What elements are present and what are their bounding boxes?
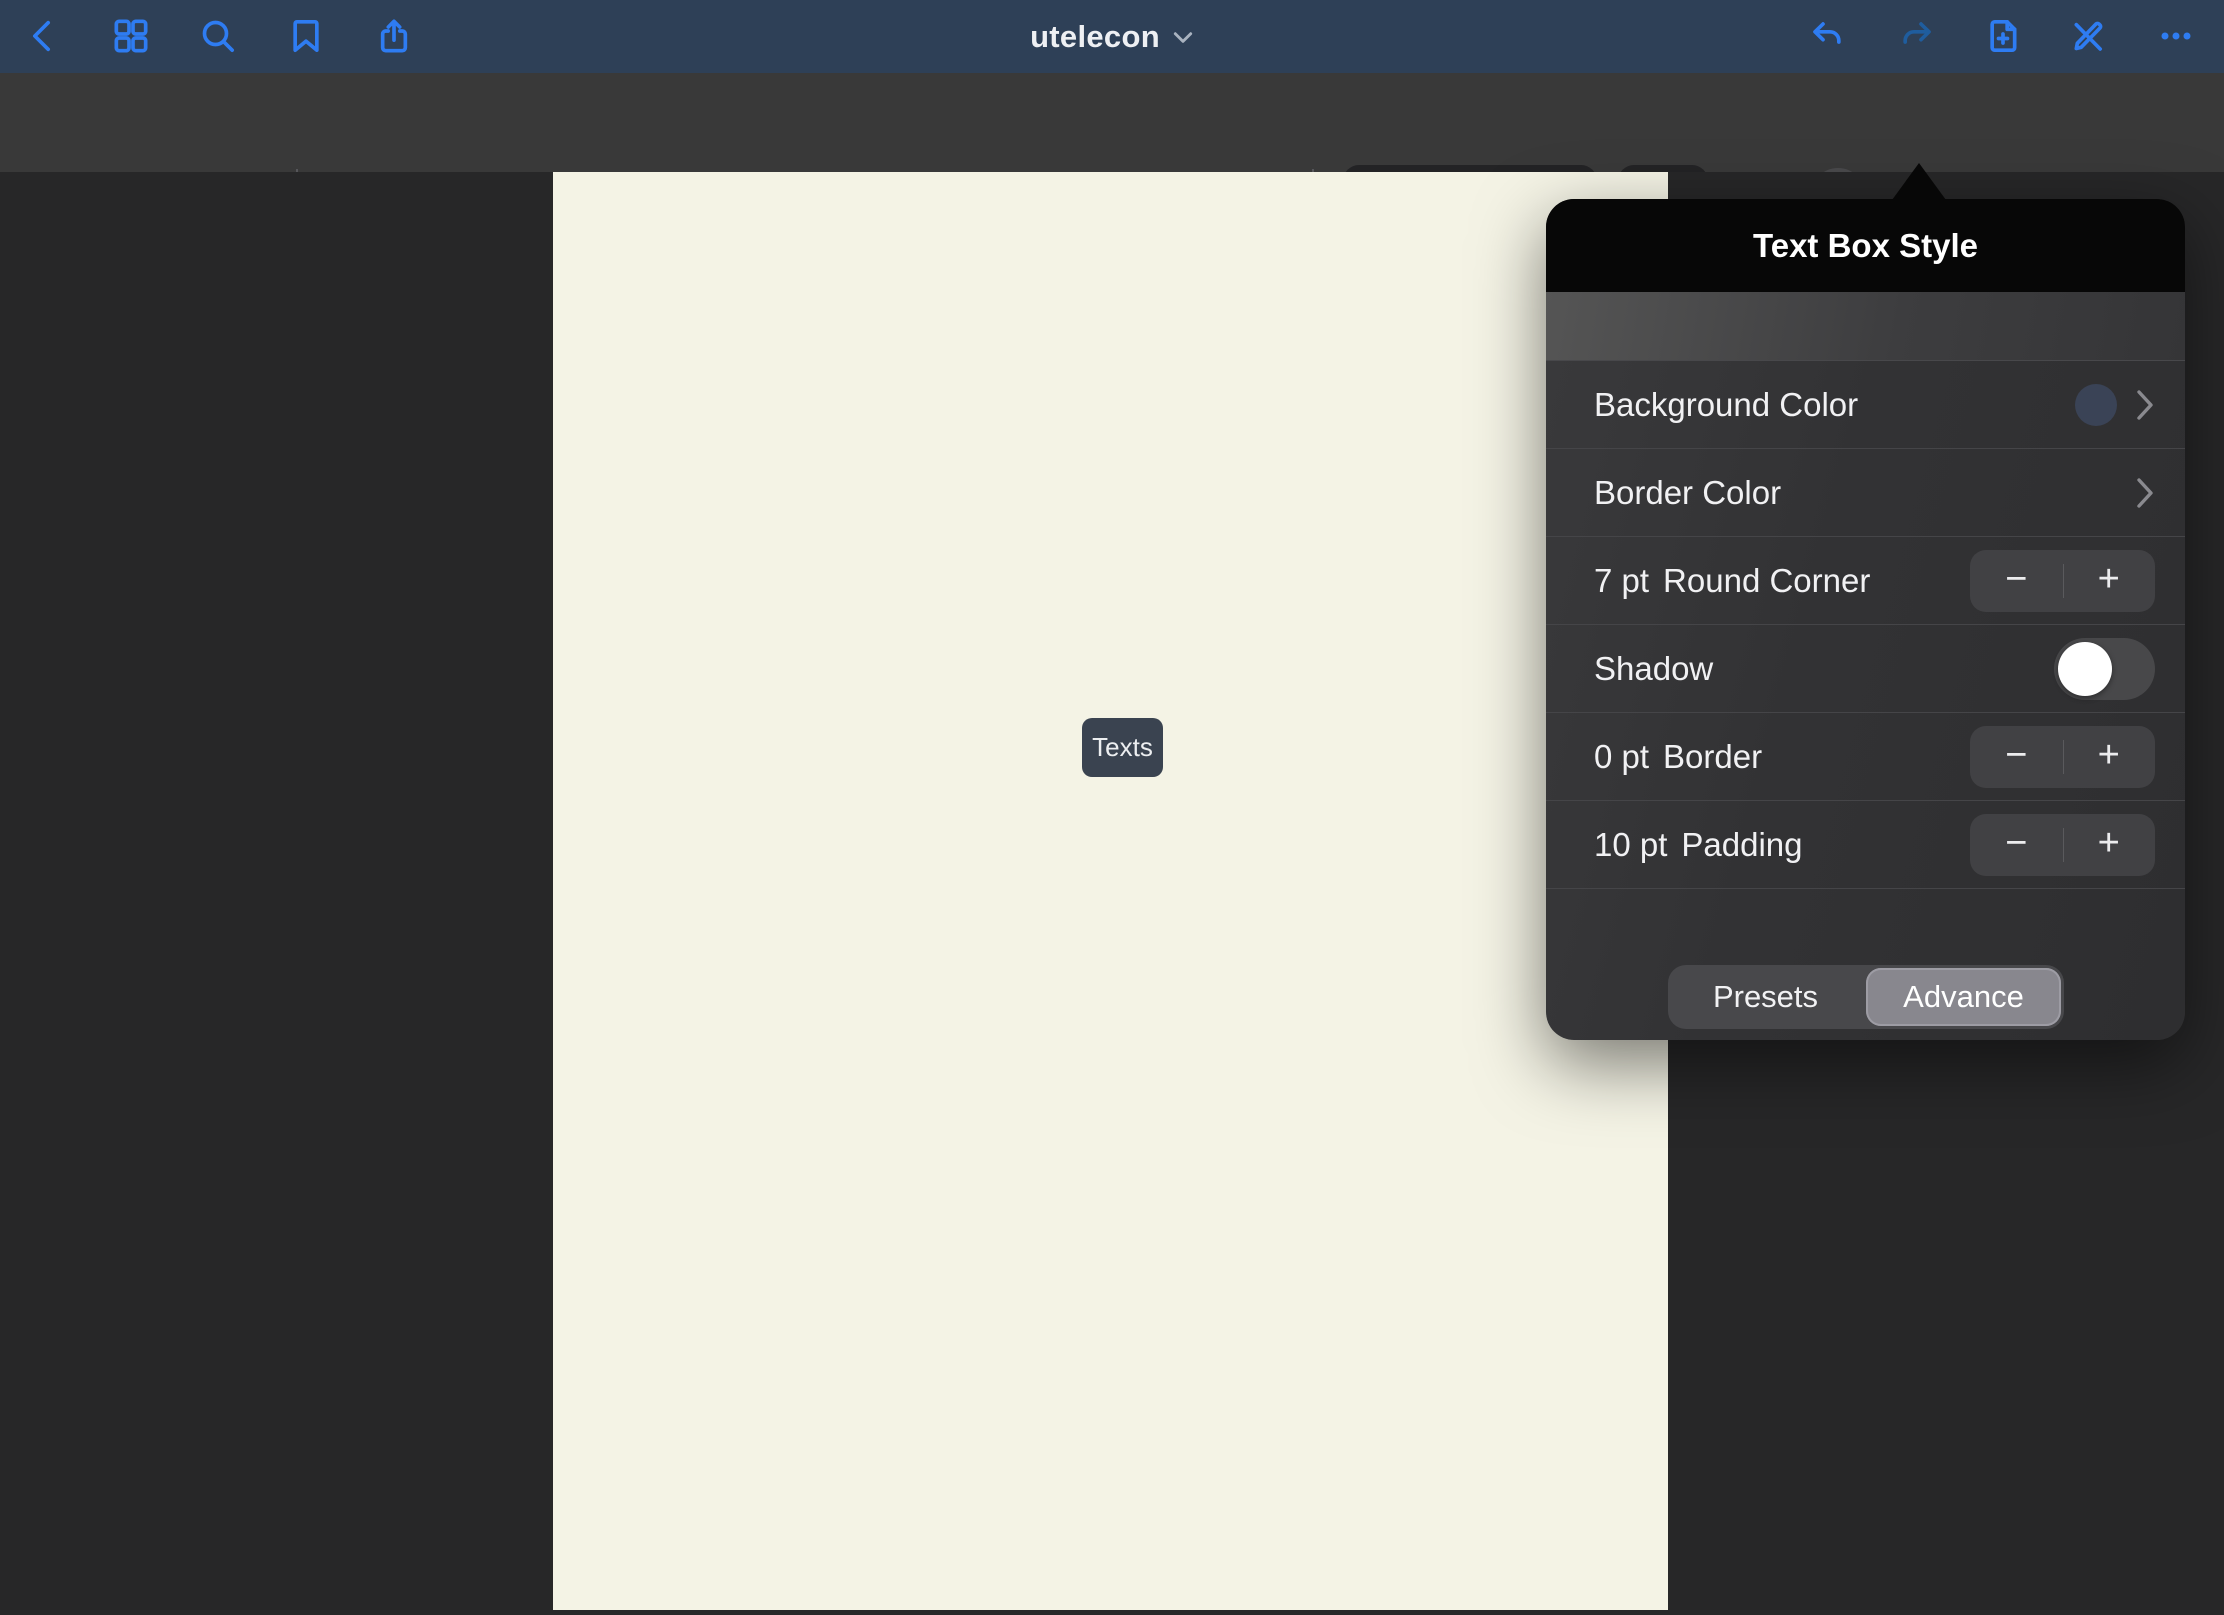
stepper-divider <box>2063 740 2064 774</box>
more-icon[interactable] <box>2154 14 2198 58</box>
popup-footer: Presets Advance <box>1546 889 2185 1039</box>
row-label: Border Color <box>1594 474 1781 512</box>
add-page-icon[interactable] <box>1981 14 2025 58</box>
note-page[interactable]: Texts <box>553 172 1668 1610</box>
pen-off-icon[interactable] <box>2066 14 2110 58</box>
presets-advance-segmented-control: Presets Advance <box>1668 965 2064 1029</box>
border-stepper: − + <box>1970 726 2155 788</box>
background-color-swatch <box>2075 384 2117 426</box>
row-value: 0 pt <box>1594 738 1649 776</box>
popup-title: Text Box Style <box>1753 227 1978 265</box>
popup-preview-band <box>1546 292 2185 361</box>
row-label: Shadow <box>1594 650 1713 688</box>
advance-button[interactable]: Advance <box>1866 968 2061 1026</box>
row-label: Background Color <box>1594 386 1858 424</box>
row-label: Border <box>1663 738 1762 776</box>
canvas-textbox-text: Texts <box>1092 732 1153 763</box>
row-padding: 10 pt Padding − + <box>1546 801 2185 889</box>
redo-icon[interactable] <box>1894 14 1938 58</box>
plus-button[interactable]: + <box>2063 824 2156 866</box>
chevron-right-icon <box>2135 388 2155 422</box>
row-border: 0 pt Border − + <box>1546 713 2185 801</box>
chevron-right-icon <box>2135 476 2155 510</box>
row-value: 10 pt <box>1594 826 1667 864</box>
minus-button[interactable]: − <box>1970 736 2063 778</box>
row-round-corner: 7 pt Round Corner − + <box>1546 537 2185 625</box>
chevron-down-icon <box>1172 29 1194 45</box>
minus-button[interactable]: − <box>1970 560 2063 602</box>
stepper-divider <box>2063 828 2064 862</box>
round-corner-stepper: − + <box>1970 550 2155 612</box>
row-background-color[interactable]: Background Color <box>1546 361 2185 449</box>
plus-button[interactable]: + <box>2063 736 2156 778</box>
tools-toolbar: T HiraginoSans-... 16 <box>0 73 2224 172</box>
shadow-toggle[interactable] <box>2054 638 2155 700</box>
row-border-color[interactable]: Border Color <box>1546 449 2185 537</box>
canvas-textbox[interactable]: Texts <box>1082 718 1163 777</box>
stepper-divider <box>2063 564 2064 598</box>
document-title[interactable]: utelecon <box>0 0 2224 73</box>
undo-icon[interactable] <box>1806 14 1850 58</box>
minus-button[interactable]: − <box>1970 824 2063 866</box>
top-navbar: utelecon <box>0 0 2224 73</box>
popup-header: Text Box Style <box>1546 199 2185 292</box>
text-box-style-popup: Text Box Style Background Color Border C… <box>1546 199 2185 1040</box>
notes-app: utelecon <box>0 0 2224 1615</box>
padding-stepper: − + <box>1970 814 2155 876</box>
popup-arrow <box>1892 163 1946 200</box>
plus-button[interactable]: + <box>2063 560 2156 602</box>
toggle-knob <box>2058 642 2112 696</box>
row-shadow: Shadow <box>1546 625 2185 713</box>
row-value: 7 pt <box>1594 562 1649 600</box>
row-label: Round Corner <box>1663 562 1870 600</box>
document-title-label: utelecon <box>1030 19 1160 55</box>
row-label: Padding <box>1681 826 1802 864</box>
presets-button[interactable]: Presets <box>1668 965 1863 1029</box>
